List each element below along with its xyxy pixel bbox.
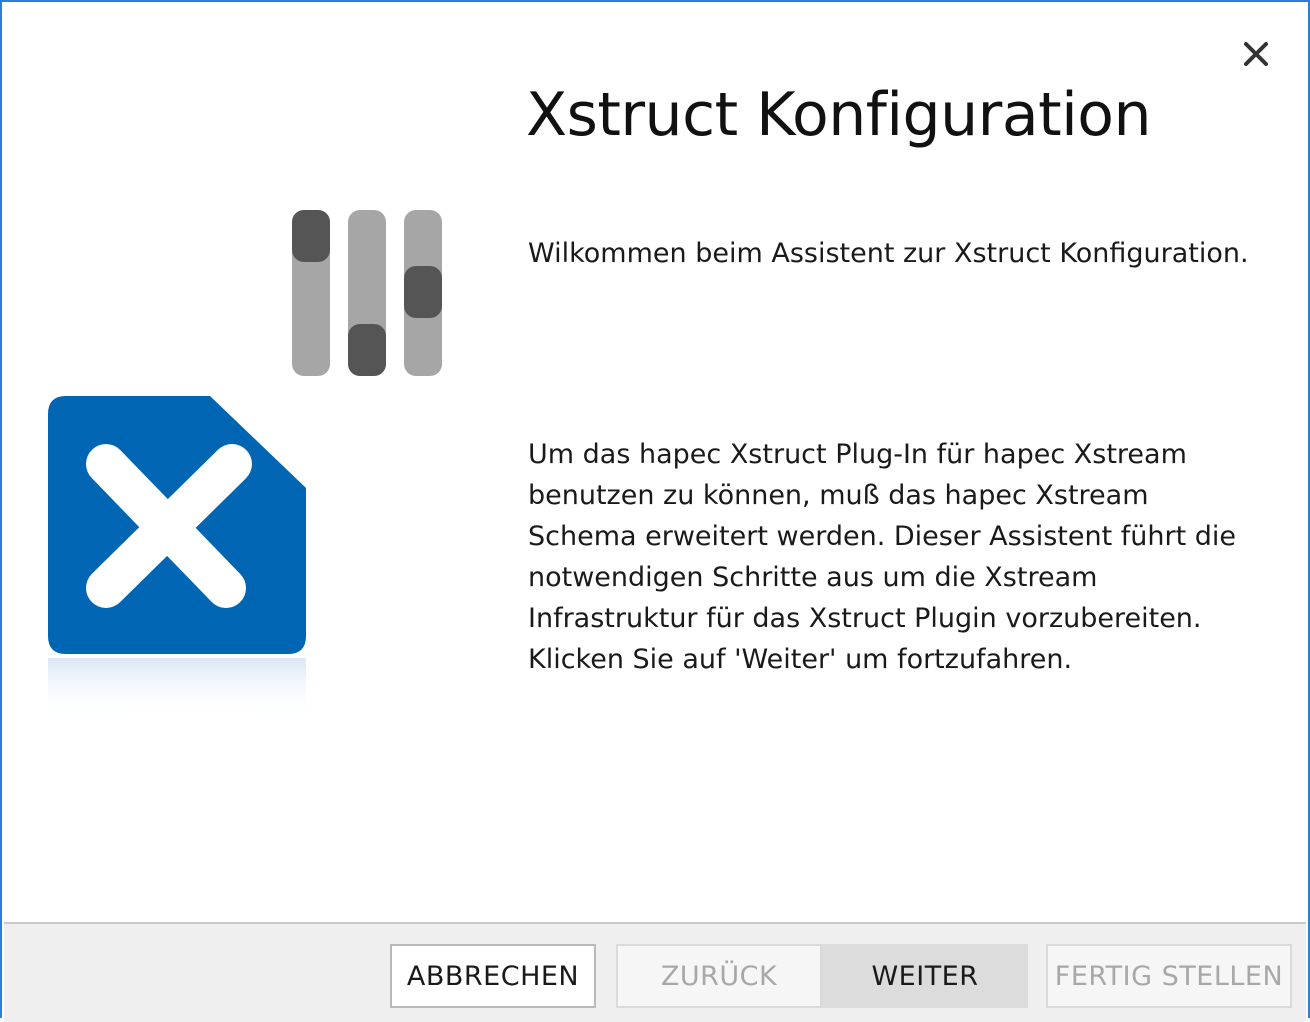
close-button[interactable] <box>1238 36 1274 72</box>
description-text: Um das hapec Xstruct Plug-In für hapec X… <box>528 434 1258 680</box>
next-button[interactable]: WEITER <box>822 944 1028 1008</box>
dialog-title: Xstruct Konfiguration <box>526 80 1152 150</box>
description-line: Um das hapec Xstruct Plug-In für hapec X… <box>528 439 1187 470</box>
description-line: Schema erweitert werden. Dieser Assisten… <box>528 521 1237 552</box>
close-icon <box>1244 42 1268 66</box>
button-bar: ABBRECHEN ZURÜCK WEITER FERTIG STELLEN <box>4 922 1306 1022</box>
description-line: Klicken Sie auf 'Weiter' um fortzufahren… <box>528 644 1073 675</box>
wizard-dialog: Xstruct Konfiguration Wilkommen beim Ass… <box>0 0 1310 1022</box>
xstruct-logo-icon <box>48 396 310 730</box>
settings-sliders-icon <box>292 210 444 382</box>
finish-button[interactable]: FERTIG STELLEN <box>1046 944 1292 1008</box>
welcome-text: Wilkommen beim Assistent zur Xstruct Kon… <box>528 238 1249 269</box>
description-line: Infrastruktur für das Xstruct Plugin vor… <box>528 603 1202 634</box>
description-line: notwendigen Schritte aus um die Xstream <box>528 562 1098 593</box>
back-button[interactable]: ZURÜCK <box>616 944 822 1008</box>
description-line: benutzen zu können, muß das hapec Xstrea… <box>528 480 1149 511</box>
cancel-button[interactable]: ABBRECHEN <box>390 944 596 1008</box>
